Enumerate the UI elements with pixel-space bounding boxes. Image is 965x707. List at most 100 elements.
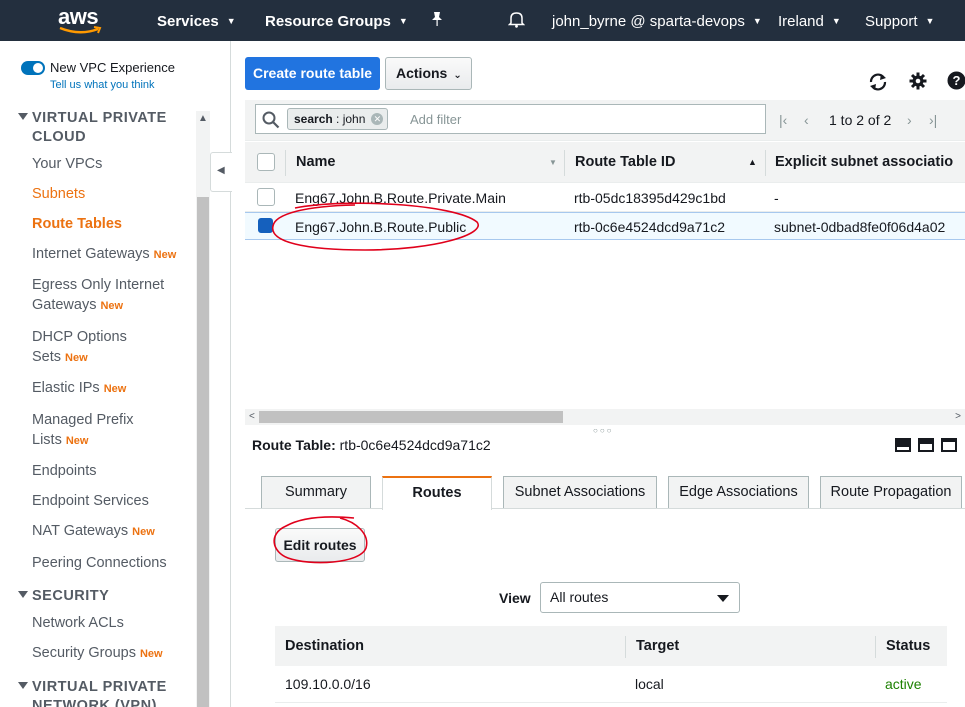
add-filter-placeholder[interactable]: Add filter [410, 112, 461, 127]
route-table-name: Eng67.John.B.Route.Private.Main [295, 190, 506, 206]
column-header-status[interactable]: Status [886, 638, 930, 654]
previous-page-icon[interactable]: ‹ [804, 112, 809, 128]
column-divider [564, 150, 565, 176]
resource-groups-menu[interactable]: Resource Groups ▼ [265, 0, 408, 41]
create-route-table-button[interactable]: Create route table [245, 57, 380, 90]
route-table-id: rtb-05dc18395d429c1bd [574, 190, 726, 206]
chevron-down-icon: ▼ [398, 16, 408, 26]
search-input[interactable]: search : john ✕ Add filter [255, 104, 766, 134]
help-icon[interactable]: ? [947, 71, 965, 90]
table-row-selected[interactable]: Eng67.John.B.Route.Public rtb-0c6e4524dc… [245, 212, 965, 240]
sidebar-item-managed-prefix-lists[interactable]: Managed Prefix Lists New [32, 410, 134, 451]
sidebar-item-endpoints[interactable]: Endpoints [32, 461, 97, 481]
sidebar-item-label: Gateways [32, 297, 97, 313]
sidebar-item-dhcp-options-sets[interactable]: DHCP Options Sets New [32, 327, 127, 368]
feedback-link[interactable]: Tell us what you think [50, 79, 155, 91]
table-header: Name ▼ Route Table ID ▲ Explicit subnet … [245, 142, 965, 183]
section-security[interactable]: SECURITY [18, 587, 109, 606]
select-all-checkbox[interactable] [257, 153, 275, 171]
sidebar-item-egress-only-internet-gateways[interactable]: Egress Only Internet Gateways New [32, 275, 164, 316]
sidebar-item-nat-gateways[interactable]: NAT Gateways New [32, 521, 155, 542]
gear-icon[interactable] [909, 72, 927, 90]
table-horizontal-scrollbar[interactable]: < > [245, 409, 965, 425]
account-menu[interactable]: john_byrne @ sparta-devops ▼ [552, 0, 762, 41]
region-label: Ireland [778, 13, 824, 30]
region-menu[interactable]: Ireland ▼ [778, 0, 841, 41]
sidebar-item-subnets[interactable]: Subnets [32, 184, 85, 204]
tab-subnet-associations[interactable]: Subnet Associations [503, 476, 657, 508]
aws-logo[interactable]: aws [58, 6, 104, 36]
sidebar-item-internet-gateways[interactable]: Internet Gateways New [32, 244, 176, 265]
details-label: Route Table: [252, 437, 336, 453]
last-page-icon[interactable]: ›| [929, 112, 937, 128]
panel-maximize-icon[interactable] [941, 438, 957, 452]
sidebar-item-label: Egress Only Internet [32, 277, 165, 293]
next-page-icon[interactable]: › [907, 112, 912, 128]
section-title-vpc: VIRTUAL PRIVATE CLOUD [32, 110, 167, 145]
row-checkbox[interactable] [258, 218, 273, 233]
section-virtual-private-cloud[interactable]: VIRTUAL PRIVATE CLOUD [18, 109, 192, 147]
support-menu[interactable]: Support ▼ [865, 0, 934, 41]
tab-summary[interactable]: Summary [261, 476, 371, 508]
sidebar-item-elastic-ips[interactable]: Elastic IPs New [32, 378, 126, 399]
scroll-up-icon[interactable]: ▲ [198, 113, 208, 124]
sidebar-item-label: Route Tables [32, 216, 122, 232]
filter-token[interactable]: search : john ✕ [287, 108, 389, 130]
sidebar-item-peering-connections[interactable]: Peering Connections [32, 553, 167, 573]
scroll-right-icon[interactable]: > [955, 411, 961, 422]
edit-routes-button[interactable]: Edit routes [275, 528, 365, 562]
first-page-icon[interactable]: |‹ [779, 112, 787, 128]
table-row[interactable]: Eng67.John.B.Route.Private.Main rtb-05dc… [245, 184, 965, 212]
view-selected-value: All routes [550, 589, 609, 605]
panel-minimize-icon[interactable] [895, 438, 911, 452]
sidebar-item-security-groups[interactable]: Security Groups New [32, 643, 163, 664]
section-vpn[interactable]: VIRTUAL PRIVATE NETWORK (VPN) [18, 678, 192, 707]
column-header-destination[interactable]: Destination [285, 638, 364, 654]
sort-icon[interactable]: ▼ [549, 158, 557, 167]
new-badge: New [103, 383, 127, 395]
new-badge: New [139, 648, 163, 660]
resource-groups-label: Resource Groups [265, 13, 391, 30]
scrollbar-thumb[interactable] [259, 411, 563, 423]
filter-bar: search : john ✕ Add filter |‹ ‹ 1 to 2 of… [245, 100, 965, 141]
tab-routes[interactable]: Routes [382, 476, 492, 510]
sidebar-item-label: Elastic IPs [32, 380, 100, 396]
sidebar-item-route-tables[interactable]: Route Tables [32, 214, 122, 234]
actions-dropdown[interactable]: Actions ⌄ [385, 57, 472, 90]
new-vpc-experience-label: New VPC Experience [50, 60, 175, 75]
sidebar-scrollbar[interactable]: ▲ [196, 111, 210, 707]
sidebar-item-endpoint-services[interactable]: Endpoint Services [32, 491, 149, 511]
collapse-triangle-icon [18, 113, 28, 120]
row-checkbox[interactable] [257, 188, 275, 206]
new-vpc-toggle[interactable] [21, 61, 45, 75]
column-header-route-table-id[interactable]: Route Table ID [575, 154, 675, 170]
scroll-left-icon[interactable]: < [249, 411, 255, 422]
column-header-target[interactable]: Target [636, 638, 679, 654]
refresh-icon[interactable] [867, 72, 889, 92]
bell-icon[interactable] [507, 0, 526, 41]
sidebar-item-label: Endpoint Services [32, 493, 149, 509]
new-badge: New [100, 300, 124, 312]
chevron-down-icon [717, 595, 729, 602]
sort-ascending-icon[interactable]: ▲ [748, 157, 757, 167]
search-icon [262, 111, 280, 129]
details-value: rtb-0c6e4524dcd9a71c2 [339, 437, 491, 453]
aws-smile-icon [59, 26, 102, 34]
remove-filter-icon[interactable]: ✕ [371, 113, 384, 125]
chevron-down-icon: ▼ [831, 16, 841, 26]
tab-edge-associations[interactable]: Edge Associations [668, 476, 809, 508]
chevron-down-icon: ▼ [226, 16, 236, 26]
view-select[interactable]: All routes [540, 582, 740, 613]
sidebar-item-your-vpcs[interactable]: Your VPCs [32, 154, 102, 174]
sidebar-item-network-acls[interactable]: Network ACLs [32, 613, 124, 633]
panel-half-icon[interactable] [918, 438, 934, 452]
column-divider [285, 150, 286, 176]
pin-icon[interactable] [430, 0, 444, 41]
column-header-explicit-subnet[interactable]: Explicit subnet associatio [775, 154, 953, 170]
tab-route-propagation[interactable]: Route Propagation [820, 476, 962, 508]
column-header-name[interactable]: Name [296, 154, 336, 170]
services-menu[interactable]: Services ▼ [157, 0, 236, 41]
scrollbar-thumb[interactable] [197, 197, 209, 707]
collapse-sidebar-button[interactable]: ◀ [210, 152, 232, 192]
resize-handle[interactable]: ○○○ [593, 426, 614, 435]
